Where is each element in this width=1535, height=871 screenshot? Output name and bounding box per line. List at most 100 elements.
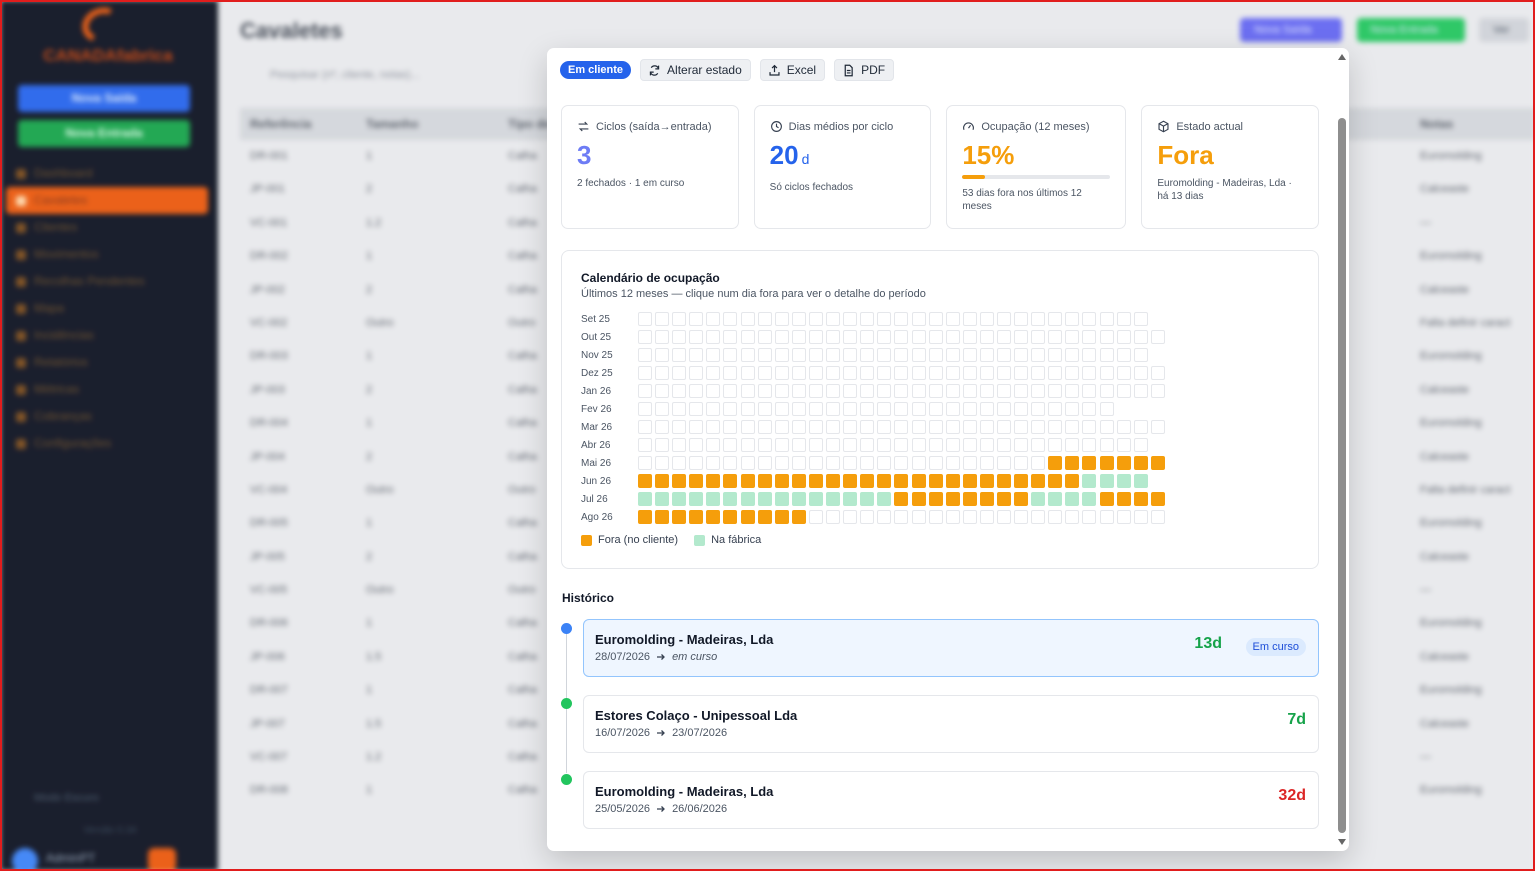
- kpi-cycles-value: 3: [577, 140, 592, 170]
- calendar-day-out[interactable]: [689, 474, 704, 488]
- calendar-day-out[interactable]: [1116, 456, 1131, 470]
- calendar-day-out[interactable]: [706, 510, 721, 524]
- calendar-day-out[interactable]: [894, 492, 909, 506]
- calendar-day-out[interactable]: [1082, 456, 1097, 470]
- calendar-day-out[interactable]: [1048, 474, 1063, 488]
- calendar-day: [843, 420, 858, 434]
- calendar-day-out[interactable]: [894, 474, 909, 488]
- calendar-day: [723, 348, 738, 362]
- calendar-day-out[interactable]: [1116, 492, 1131, 506]
- calendar-day-out[interactable]: [791, 474, 806, 488]
- calendar-day: [1031, 330, 1046, 344]
- calendar-day: [1082, 510, 1097, 524]
- clock-icon: [770, 121, 782, 132]
- calendar-day-out[interactable]: [791, 510, 806, 524]
- calendar-day: [723, 384, 738, 398]
- calendar-day-out[interactable]: [843, 474, 858, 488]
- calendar-day-out[interactable]: [655, 510, 670, 524]
- calendar-day: [860, 348, 875, 362]
- modal-scrollbar[interactable]: [1335, 48, 1349, 851]
- calendar-day: [757, 330, 772, 344]
- calendar-day-out[interactable]: [672, 510, 687, 524]
- calendar-day-out[interactable]: [723, 474, 738, 488]
- calendar-day: [1014, 438, 1029, 452]
- calendar-day-out[interactable]: [996, 492, 1011, 506]
- calendar-day-out[interactable]: [638, 474, 652, 488]
- calendar-day-out[interactable]: [808, 474, 823, 488]
- calendar-day-out[interactable]: [945, 492, 960, 506]
- calendar-month-label: Set 25: [581, 314, 610, 325]
- calendar-month-label: Ago 26: [581, 512, 613, 523]
- calendar-day: [1099, 384, 1114, 398]
- calendar-day: [740, 420, 755, 434]
- calendar-month-label: Jun 26: [581, 476, 612, 487]
- calendar-day-out[interactable]: [962, 474, 977, 488]
- scroll-thumb[interactable]: [1338, 118, 1346, 833]
- calendar-day: [808, 402, 823, 416]
- calendar-day-out[interactable]: [928, 492, 943, 506]
- calendar-day-out[interactable]: [1150, 492, 1165, 506]
- calendar-day-out[interactable]: [1133, 456, 1148, 470]
- calendar-day-out[interactable]: [757, 474, 772, 488]
- calendar-day-out[interactable]: [774, 474, 789, 488]
- scroll-up-arrow-icon[interactable]: [1338, 54, 1346, 60]
- calendar-day-out[interactable]: [774, 510, 789, 524]
- calendar-day-out[interactable]: [689, 510, 704, 524]
- calendar-day-out[interactable]: [672, 474, 687, 488]
- calendar-day-out[interactable]: [911, 492, 926, 506]
- calendar-day-out[interactable]: [877, 474, 892, 488]
- kpi-state-label: Estado actual: [1176, 120, 1243, 133]
- calendar-day: [791, 420, 806, 434]
- calendar-day-out[interactable]: [1065, 456, 1080, 470]
- calendar-day: [791, 456, 806, 470]
- excel-export-button[interactable]: Excel: [759, 59, 826, 81]
- change-state-button[interactable]: Alterar estado: [640, 59, 751, 81]
- calendar-day-out[interactable]: [911, 474, 926, 488]
- calendar-day-out[interactable]: [1099, 456, 1114, 470]
- calendar-day: [1133, 510, 1148, 524]
- calendar-day-out[interactable]: [860, 474, 875, 488]
- calendar-day-out[interactable]: [655, 474, 670, 488]
- calendar-day-out[interactable]: [1065, 474, 1080, 488]
- calendar-day: [1048, 348, 1063, 362]
- calendar-day: [979, 456, 994, 470]
- arrow-right-icon: [657, 730, 665, 736]
- calendar-day: [1065, 420, 1080, 434]
- calendar-day-out[interactable]: [945, 474, 960, 488]
- calendar-day: [979, 348, 994, 362]
- calendar-day: [689, 438, 704, 452]
- history-days: 13d: [1194, 635, 1222, 652]
- calendar-day-out[interactable]: [757, 510, 772, 524]
- calendar-day: [962, 384, 977, 398]
- calendar-day: [638, 402, 652, 416]
- calendar-day-out[interactable]: [979, 474, 994, 488]
- calendar-day-out[interactable]: [1014, 474, 1029, 488]
- calendar-day-out[interactable]: [706, 474, 721, 488]
- calendar-day: [1031, 366, 1046, 380]
- calendar-day-out[interactable]: [962, 492, 977, 506]
- calendar-day-out[interactable]: [1099, 492, 1114, 506]
- calendar-day-out[interactable]: [723, 510, 738, 524]
- history-entry[interactable]: Euromolding - Madeiras, Lda 25/05/2026 2…: [583, 771, 1319, 829]
- calendar-day-out[interactable]: [1031, 474, 1046, 488]
- calendar-day-out[interactable]: [638, 510, 652, 524]
- calendar-day-out[interactable]: [996, 474, 1011, 488]
- pdf-export-button[interactable]: PDF: [834, 59, 895, 81]
- calendar-day-out[interactable]: [979, 492, 994, 506]
- calendar-day: [843, 456, 858, 470]
- calendar-day-out[interactable]: [1048, 456, 1063, 470]
- calendar-day-out[interactable]: [740, 510, 755, 524]
- calendar-day-out[interactable]: [1014, 492, 1029, 506]
- calendar-day-out[interactable]: [826, 474, 841, 488]
- calendar-day-out[interactable]: [1133, 492, 1148, 506]
- calendar-day-out[interactable]: [1150, 456, 1165, 470]
- calendar-day-out[interactable]: [928, 474, 943, 488]
- calendar-day: [655, 438, 670, 452]
- history-entry[interactable]: Euromolding - Madeiras, Lda 28/07/2026 e…: [583, 619, 1319, 677]
- history-entry[interactable]: Estores Colaço - Unipessoal Lda 16/07/20…: [583, 695, 1319, 753]
- calendar-day: [774, 348, 789, 362]
- kpi-cycles-label: Ciclos (saída→entrada): [596, 120, 712, 133]
- calendar-day-out[interactable]: [740, 474, 755, 488]
- scroll-down-arrow-icon[interactable]: [1338, 839, 1346, 845]
- calendar-day: [1150, 330, 1165, 344]
